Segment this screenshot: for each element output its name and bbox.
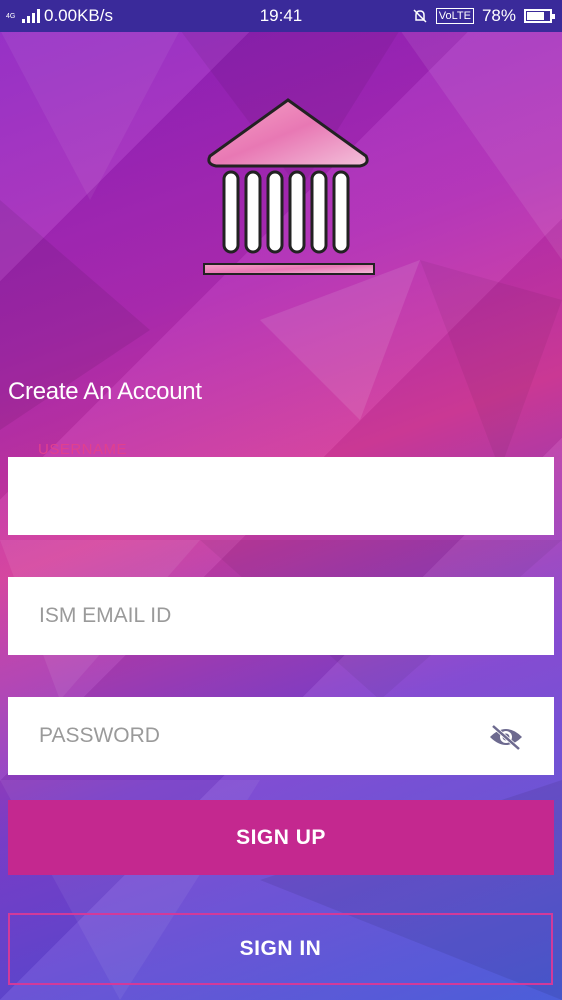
username-input[interactable] (8, 457, 554, 535)
battery-icon (524, 9, 555, 23)
email-input[interactable] (8, 577, 554, 655)
volte-badge: VoLTE (435, 8, 474, 24)
password-input[interactable] (8, 697, 554, 775)
eye-off-icon[interactable] (488, 723, 524, 751)
email-field-container (8, 577, 554, 655)
sign-up-button[interactable]: SIGN UP (8, 800, 554, 875)
page-title: Create An Account (8, 378, 202, 405)
username-floating-label: USERNAME (38, 441, 128, 458)
bank-building-logo-icon (203, 98, 375, 275)
username-field-container (8, 457, 554, 535)
notifications-muted-icon (413, 9, 427, 23)
battery-percent: 78% (481, 6, 516, 25)
sign-in-button[interactable]: SIGN IN (8, 913, 553, 985)
status-bar: 4G 0.00KB/s 19:41 VoLTE 78% (0, 0, 562, 32)
password-field-container (8, 697, 554, 775)
